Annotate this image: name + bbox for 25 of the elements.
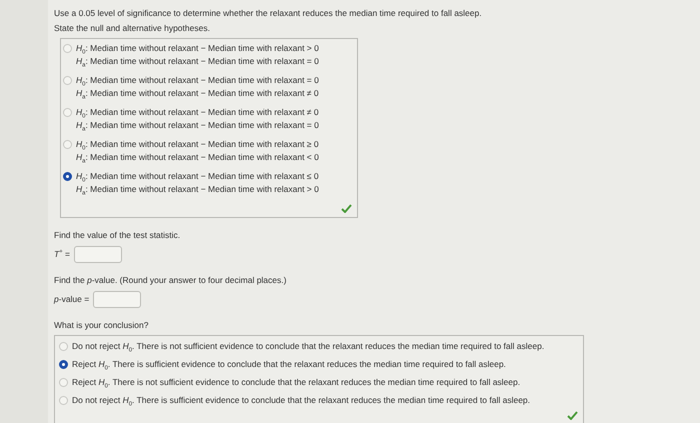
instruction-text: Use a 0.05 level of significance to determine whether the relaxant reduces the median time required to fall asleep. [54,8,483,19]
null-hypothesis: H$_{0}$: Median time without relaxant − Median time with relaxant ≤ 0 [76,171,319,182]
input-field[interactable] [74,246,122,263]
alternative-hypothesis: H$_{a}$: Median time without relaxant − Median time with relaxant > 0 [76,184,319,195]
question-prompt: Find the p-value. (Round your answer to four decimal places.) [54,275,288,286]
null-hypothesis: H$_{0}$: Median time without relaxant − Median time with relaxant ≥ 0 [76,139,319,150]
null-hypothesis: H$_{0}$: Median time without relaxant − Median time with relaxant = 0 [76,75,319,86]
alternative-hypothesis: H$_{a}$: Median time without relaxant − Median time with relaxant = 0 [76,56,319,67]
option-text: Do not reject H$_{0}$. There is sufficient evidence to conclude that the relaxant reduces the median time required to fall asleep. [72,395,530,406]
field-label: T$^{+}$ = [54,249,70,260]
null-hypothesis: H$_{0}$: Median time without relaxant − Median time with relaxant > 0 [76,43,319,54]
alternative-hypothesis: H$_{a}$: Median time without relaxant − Median time with relaxant ≠ 0 [76,88,319,99]
question-prompt: Find the value of the test statistic. [54,230,182,241]
question-prompt: State the null and alternative hypotheses. [54,23,211,34]
option-text: Do not reject H$_{0}$. There is not sufficient evidence to conclude that the relaxant reduces the median time required to fall asleep. [72,341,544,352]
field-label: p-value = [54,294,90,305]
radio-button[interactable] [63,172,72,181]
alternative-hypothesis: H$_{a}$: Median time without relaxant − Median time with relaxant = 0 [76,120,319,131]
alternative-hypothesis: H$_{a}$: Median time without relaxant − Median time with relaxant < 0 [76,152,319,163]
option-text: Reject H$_{0}$. There is sufficient evidence to conclude that the relaxant reduces the median time required to fall asleep. [72,359,506,370]
option-text: Reject H$_{0}$. There is not sufficient evidence to conclude that the relaxant reduces the median time required to fall asleep. [72,377,520,388]
input-field[interactable] [93,291,142,308]
null-hypothesis: H$_{0}$: Median time without relaxant − Median time with relaxant ≠ 0 [76,107,319,118]
radio-button[interactable] [59,360,68,369]
question-prompt: What is your conclusion? [54,320,150,331]
